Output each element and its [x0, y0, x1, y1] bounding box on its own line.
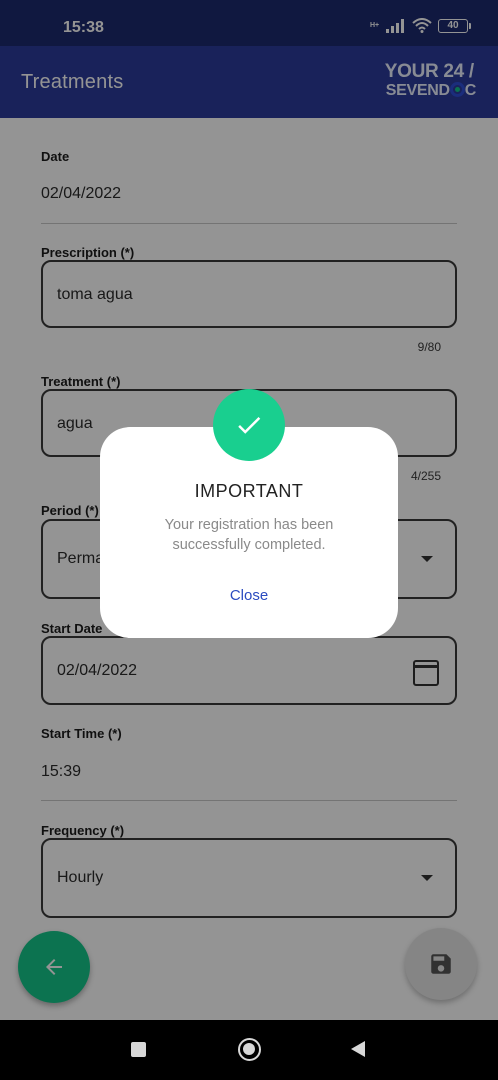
dialog-title: IMPORTANT — [194, 481, 304, 501]
system-nav-bar — [0, 1020, 498, 1080]
dialog-message: Your registration has been successfully … — [164, 517, 334, 553]
close-button[interactable]: Close — [100, 587, 398, 604]
home-icon[interactable] — [238, 1038, 261, 1061]
success-badge — [213, 389, 285, 461]
recent-apps-icon[interactable] — [131, 1042, 146, 1057]
back-nav-icon[interactable] — [351, 1041, 365, 1057]
check-icon — [238, 417, 261, 434]
